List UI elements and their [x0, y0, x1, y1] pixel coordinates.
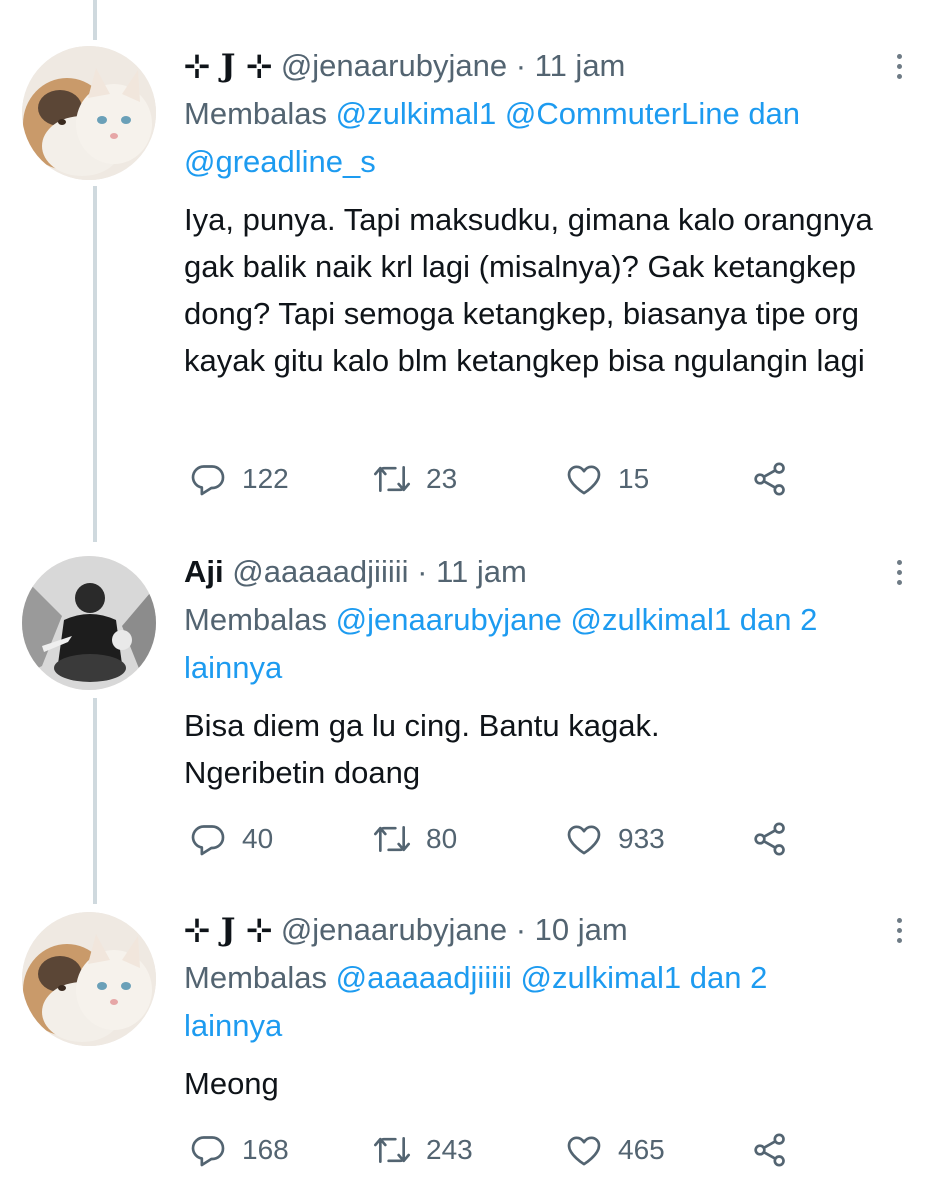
reply-count: 122: [242, 463, 289, 494]
reply-prefix: Membalas: [184, 960, 327, 995]
reply-button[interactable]: 122: [188, 455, 289, 503]
separator-dot: ·: [515, 48, 527, 83]
like-icon: [567, 825, 601, 855]
reply-prefix: Membalas: [184, 602, 327, 637]
timestamp[interactable]: 10 jam: [535, 912, 628, 947]
reply-joiner[interactable]: dan: [748, 96, 800, 131]
thread-line-top: [93, 0, 97, 40]
thread-line-2: [93, 698, 97, 904]
avatar[interactable]: [22, 46, 156, 180]
share-button[interactable]: [750, 1126, 790, 1174]
reply-icon: [191, 825, 225, 856]
share-icon: [754, 462, 785, 496]
timestamp[interactable]: 11 jam: [436, 554, 527, 589]
retweet-count: 23: [426, 463, 458, 494]
more-icon[interactable]: [884, 46, 914, 86]
like-count: 465: [618, 1134, 665, 1165]
reply-icon: [191, 1136, 225, 1167]
retweet-icon: [374, 1137, 410, 1163]
avatar[interactable]: [22, 556, 156, 690]
separator-dot: ·: [515, 912, 527, 947]
avatar-cats-image: [22, 46, 156, 180]
reply-count: 40: [242, 823, 274, 854]
retweet-icon: [374, 826, 410, 852]
like-button[interactable]: 465: [564, 1126, 665, 1174]
like-icon: [567, 465, 601, 495]
retweet-icon: [374, 466, 410, 492]
tweet-actions: 122 23 15: [184, 455, 804, 503]
share-button[interactable]: [750, 455, 790, 503]
display-name[interactable]: ⊹ J ⊹: [184, 48, 272, 84]
like-count: 15: [618, 463, 650, 494]
reply-prefix: Membalas: [184, 96, 327, 131]
share-button[interactable]: [750, 815, 790, 863]
reply-context: Membalas @zulkimal1 @CommuterLine dan @g…: [184, 90, 902, 186]
handle[interactable]: @aaaaadjiiiii: [232, 554, 408, 589]
reply-button[interactable]: 168: [188, 1126, 289, 1174]
tweet-text: Iya, punya. Tapi maksudku, gimana kalo o…: [184, 202, 873, 378]
handle[interactable]: @jenaarubyjane: [281, 912, 507, 947]
share-icon: [754, 1133, 785, 1167]
tweet-actions: 40 80 933: [184, 815, 804, 863]
retweet-button[interactable]: 243: [372, 1126, 473, 1174]
reply-context: Membalas @jenaarubyjane @zulkimal1 dan 2…: [184, 596, 904, 692]
separator-dot: ·: [417, 554, 428, 589]
avatar-cats-image: [22, 912, 156, 1046]
tweet-header: ⊹ J ⊹ @jenaarubyjane · 11 jam: [184, 44, 902, 88]
display-name[interactable]: ⊹ J ⊹: [184, 912, 272, 948]
tweet-text: Meong: [184, 1066, 279, 1101]
reply-context: Membalas @aaaaadjiiiii @zulkimal1 dan 2 …: [184, 954, 864, 1050]
reply-icon: [191, 465, 225, 496]
tweet-header: ⊹ J ⊹ @jenaarubyjane · 10 jam: [184, 908, 902, 952]
tweet-header: Aji @aaaaadjiiiii · 11 jam: [184, 550, 902, 594]
retweet-button[interactable]: 80: [372, 815, 457, 863]
more-icon[interactable]: [884, 910, 914, 950]
reply-button[interactable]: 40: [188, 815, 273, 863]
share-icon: [754, 822, 785, 856]
avatar[interactable]: [22, 912, 156, 1046]
timestamp[interactable]: 11 jam: [535, 48, 626, 83]
like-button[interactable]: 15: [564, 455, 649, 503]
retweet-count: 80: [426, 823, 458, 854]
reply-count: 168: [242, 1134, 289, 1165]
handle[interactable]: @jenaarubyjane: [281, 48, 507, 83]
display-name[interactable]: Aji: [184, 554, 224, 589]
reply-mentions[interactable]: @zulkimal1 @CommuterLine: [336, 96, 740, 131]
like-icon: [567, 1136, 601, 1166]
avatar-person-image: [22, 556, 156, 690]
thread-line-1: [93, 186, 97, 542]
retweet-count: 243: [426, 1134, 473, 1165]
more-icon[interactable]: [884, 552, 914, 592]
reply-mention-tail[interactable]: @greadline_s: [184, 144, 376, 179]
tweet-text: Bisa diem ga lu cing. Bantu kagak. Ngeri…: [184, 708, 660, 790]
like-button[interactable]: 933: [564, 815, 665, 863]
like-count: 933: [618, 823, 665, 854]
tweet-actions: 168 243 465: [184, 1126, 804, 1174]
retweet-button[interactable]: 23: [372, 455, 457, 503]
